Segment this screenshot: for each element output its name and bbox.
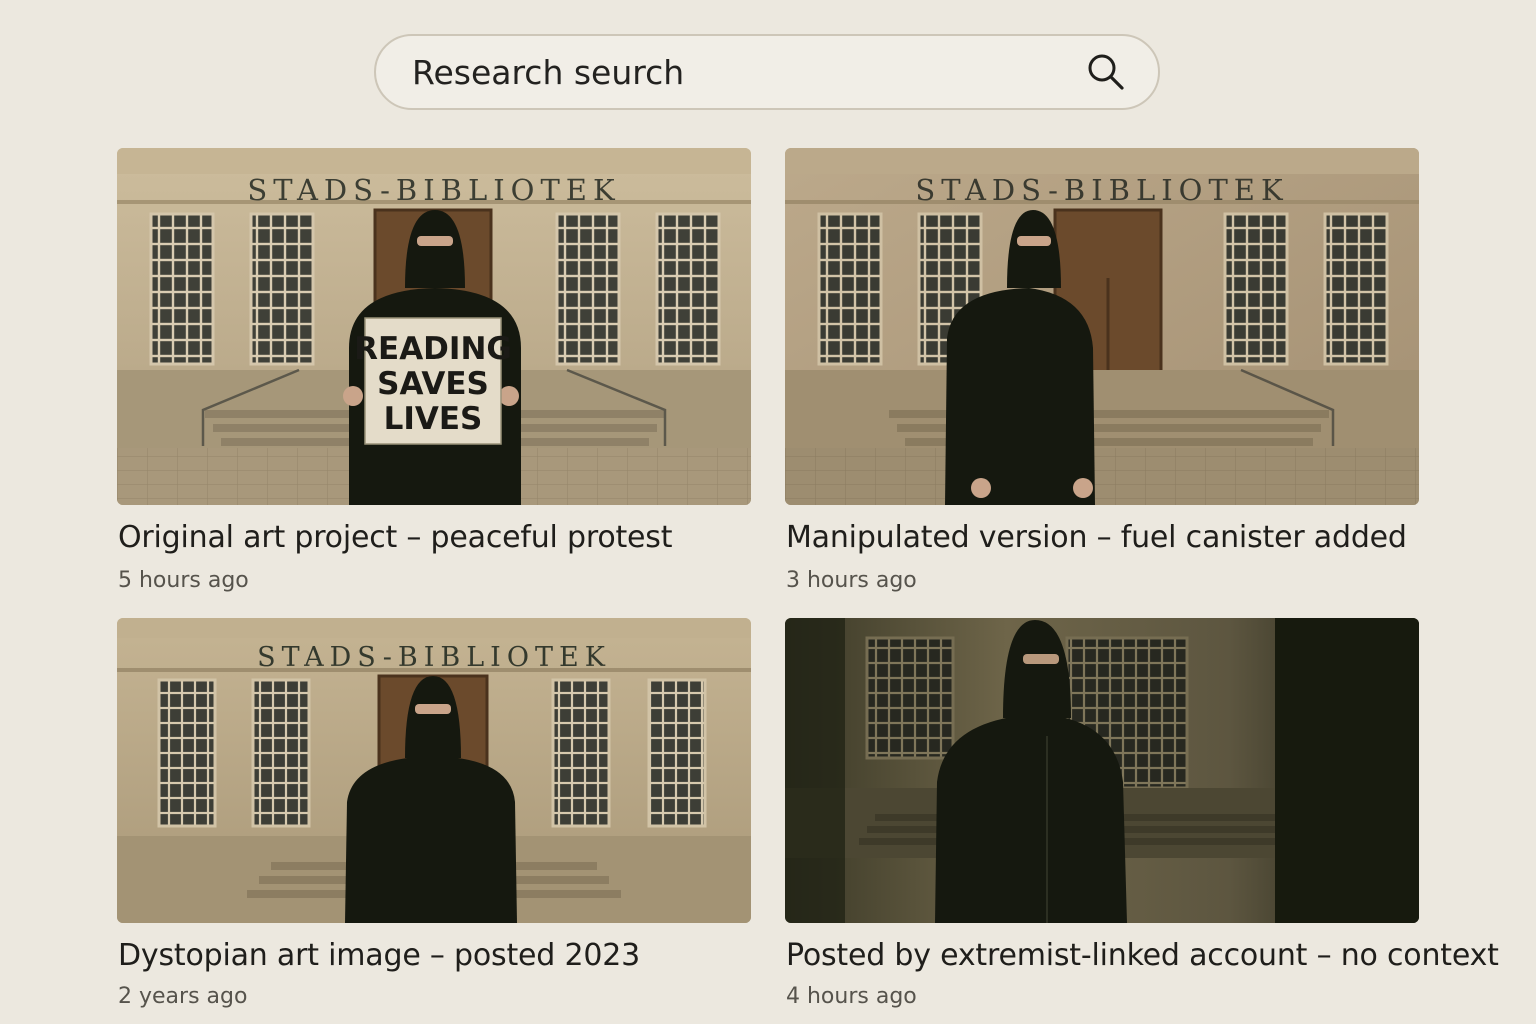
result-title[interactable]: Original art project – peaceful protest	[118, 520, 673, 555]
placard-line-2: SAVES	[377, 366, 489, 402]
library-figure-image: STADS-BIBLIOTEK	[117, 618, 751, 923]
placard-line-1: READING	[354, 331, 512, 367]
placard-line-3: LIVES	[384, 401, 483, 437]
search-input[interactable]	[412, 42, 1084, 102]
result-thumbnail[interactable]: STADS-BIBLIOTEK READING SAVES LIVES	[117, 148, 751, 505]
search-bar	[374, 34, 1160, 110]
dark-figure-image	[785, 618, 1419, 923]
result-title[interactable]: Posted by extremist-linked account – no …	[786, 938, 1499, 973]
result-timestamp: 4 hours ago	[786, 984, 917, 1009]
result-title[interactable]: Dystopian art image – posted 2023	[118, 938, 640, 973]
building-sign-text: STADS-BIBLIOTEK	[257, 642, 611, 673]
library-protest-image: STADS-BIBLIOTEK READING SAVES LIVES	[117, 148, 751, 505]
library-figure-image: STADS-BIBLIOTEK	[785, 148, 1419, 505]
search-icon[interactable]	[1084, 50, 1128, 94]
result-timestamp: 3 hours ago	[786, 568, 917, 593]
building-sign-text: STADS-BIBLIOTEK	[247, 173, 620, 207]
result-timestamp: 2 years ago	[118, 984, 248, 1009]
building-sign-text: STADS-BIBLIOTEK	[915, 173, 1288, 207]
result-thumbnail[interactable]: STADS-BIBLIOTEK	[785, 148, 1419, 505]
result-timestamp: 5 hours ago	[118, 568, 249, 593]
result-thumbnail[interactable]: STADS-BIBLIOTEK	[117, 618, 751, 923]
result-title[interactable]: Manipulated version – fuel canister adde…	[786, 520, 1407, 555]
result-thumbnail[interactable]	[785, 618, 1419, 923]
